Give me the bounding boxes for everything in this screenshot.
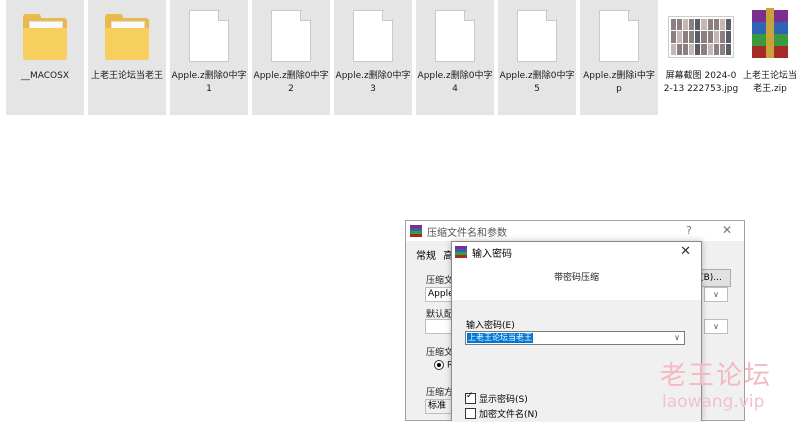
help-button[interactable]: ? — [686, 224, 692, 237]
file-name: Apple.z删除0中字4 — [417, 71, 493, 94]
document-icon — [517, 10, 557, 62]
file-name: Apple.z删除0中字3 — [335, 71, 411, 94]
file-name: 上老王论坛当老王 — [90, 71, 163, 81]
folder-icon — [105, 14, 149, 60]
profile-dropdown[interactable]: ∨ — [704, 319, 728, 334]
file-name: __MACOSX — [20, 71, 69, 81]
file-item-doc-2[interactable]: Apple.z删除0中字2 — [252, 0, 330, 115]
password-value: 上老王论坛当老王 — [467, 333, 533, 343]
document-icon — [271, 10, 311, 62]
tab-general[interactable]: 常规 — [416, 251, 436, 262]
radio-selected-icon — [434, 360, 444, 370]
winrar-icon — [410, 225, 422, 237]
encrypt-filenames-checkbox[interactable]: 加密文件名(N) — [465, 407, 538, 420]
file-item-doc-4[interactable]: Apple.z删除0中字4 — [416, 0, 494, 115]
dialog-title: 输入密码 — [472, 248, 512, 260]
file-name: Apple.z删除0中字5 — [499, 71, 575, 94]
dialog-title: 压缩文件名和参数 — [427, 227, 507, 239]
file-item-doc-5[interactable]: Apple.z删除0中字5 — [498, 0, 576, 115]
watermark-cn: 老王论坛 — [660, 361, 773, 391]
document-icon — [353, 10, 393, 62]
archive-name-dropdown[interactable]: ∨ — [704, 287, 728, 302]
dialog-titlebar: 输入密码 — [452, 242, 701, 262]
file-name: 屏幕截图 2024-02-13 222753.jpg — [663, 71, 739, 94]
method-label: 压缩方 — [426, 388, 454, 398]
close-icon[interactable]: ✕ — [680, 244, 691, 259]
file-item-doc-p[interactable]: Apple.z删除i中字p — [580, 0, 658, 115]
method-select[interactable]: 标准 — [425, 399, 453, 414]
show-password-checkbox[interactable]: 显示密码(S) — [465, 391, 528, 405]
image-thumbnail-icon — [668, 16, 734, 58]
document-icon — [189, 10, 229, 62]
file-name: 上老王论坛当老王.zip — [742, 71, 797, 94]
dialog-subtitle: 带密码压缩 — [553, 273, 599, 283]
watermark-en: laowang.vip — [662, 392, 765, 412]
close-icon[interactable]: ✕ — [722, 223, 732, 237]
file-item-doc-1[interactable]: Apple.z删除0中字1 — [170, 0, 248, 115]
file-name: Apple.z删除0中字2 — [253, 71, 329, 94]
winrar-archive-icon — [748, 8, 792, 58]
winrar-icon — [455, 246, 467, 258]
archive-name-input[interactable]: Apple — [425, 287, 454, 302]
document-icon — [435, 10, 475, 62]
chevron-down-icon[interactable]: ∨ — [674, 332, 680, 344]
checkbox-checked-icon — [465, 391, 476, 404]
file-item-doc-3[interactable]: Apple.z删除0中字3 — [334, 0, 412, 115]
password-label: 输入密码(E) — [466, 321, 515, 331]
file-name: Apple.z删除i中字p — [583, 71, 655, 94]
format-label: 压缩文 — [426, 348, 454, 358]
checkbox-unchecked-icon — [465, 408, 476, 419]
file-name: Apple.z删除0中字1 — [171, 71, 247, 94]
dialog-titlebar: 压缩文件名和参数 — [406, 221, 744, 241]
file-item-macosx[interactable]: __MACOSX — [6, 0, 84, 115]
folder-icon — [23, 14, 67, 60]
file-item-screenshot[interactable]: 屏幕截图 2024-02-13 222753.jpg — [662, 0, 740, 115]
document-icon — [599, 10, 639, 62]
profile-select[interactable] — [425, 319, 453, 334]
file-item-folder[interactable]: 上老王论坛当老王 — [88, 0, 166, 115]
file-item-zip[interactable]: 上老王论坛当老王.zip — [740, 0, 800, 115]
password-input[interactable]: 上老王论坛当老王 ∨ — [465, 331, 685, 345]
